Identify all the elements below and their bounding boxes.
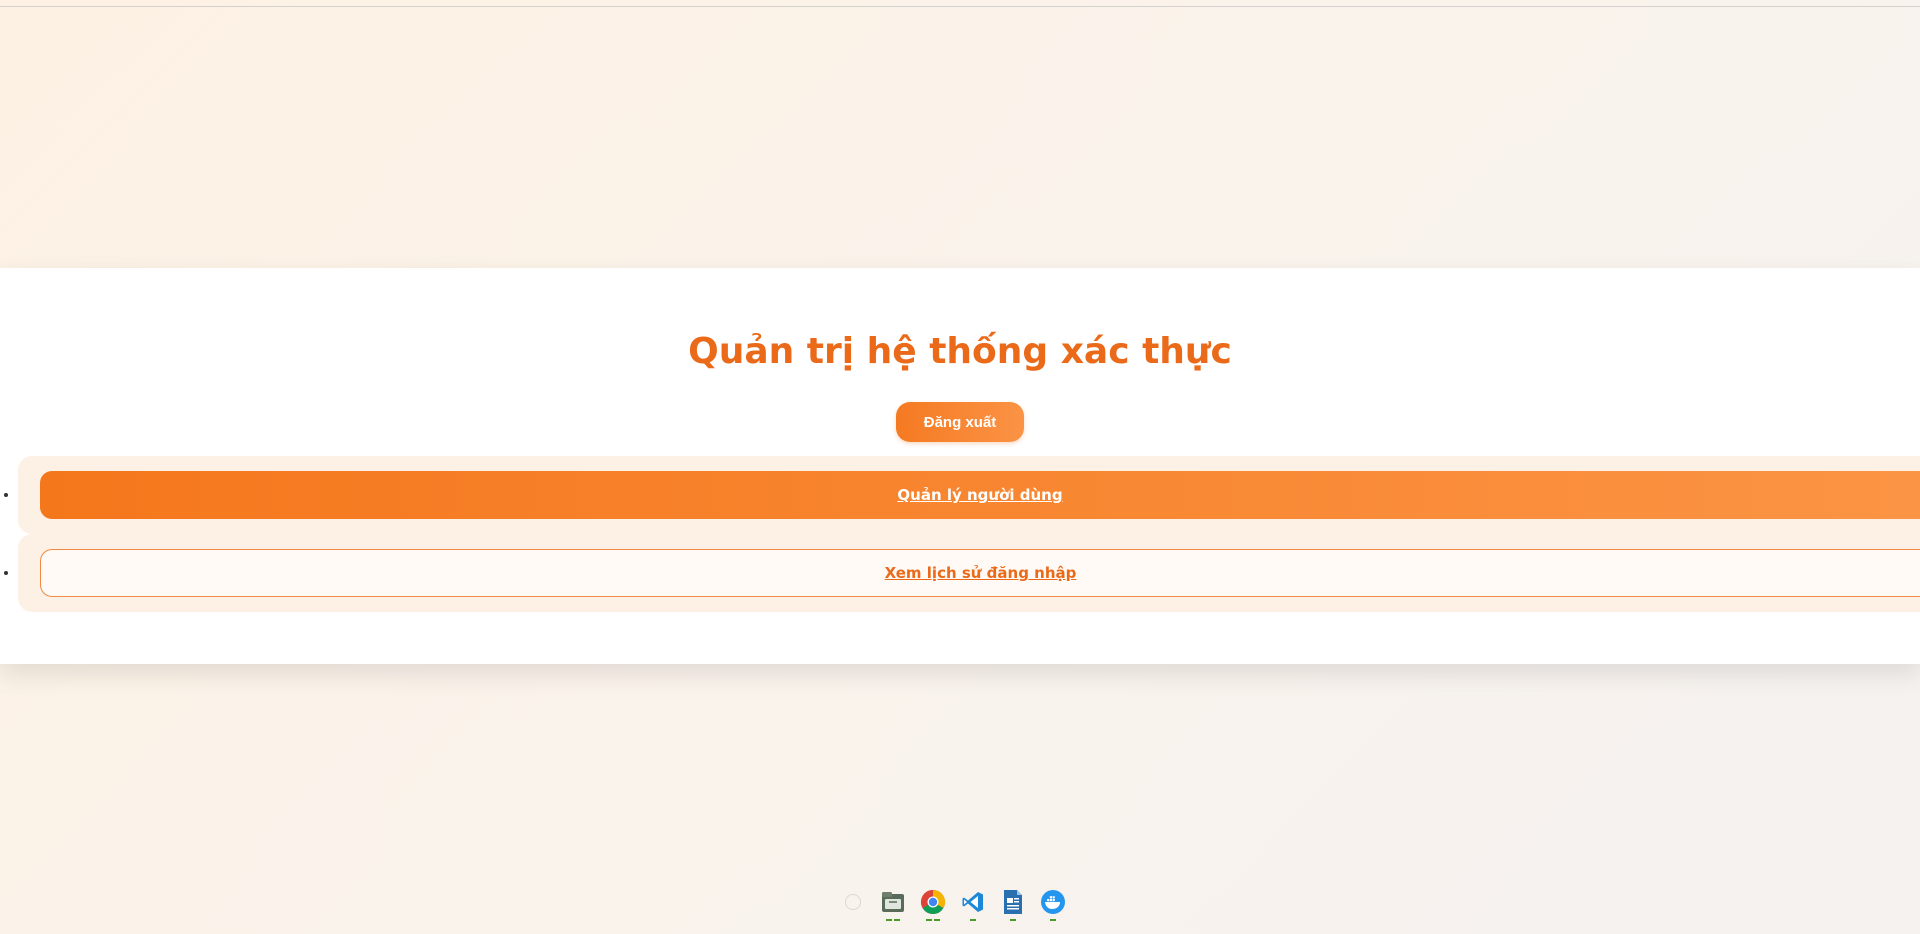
login-history-link[interactable]: Xem lịch sử đăng nhập [40,549,1920,597]
libreoffice-writer-icon[interactable] [1000,889,1026,921]
files-icon[interactable] [880,889,906,921]
list-bullet [4,571,8,575]
taskbar-dock [840,885,1066,921]
window-top-border [0,6,1920,7]
launcher-icon[interactable] [840,889,866,915]
logout-button[interactable]: Đăng xuất [896,402,1024,442]
user-management-link[interactable]: Quản lý người dùng [40,471,1920,519]
nav-item-user-management: Quản lý người dùng [4,456,1920,534]
list-bullet [4,493,8,497]
docker-icon[interactable] [1040,889,1066,921]
chrome-icon[interactable] [920,889,946,921]
vscode-icon[interactable] [960,889,986,921]
page-title: Quản trị hệ thống xác thực [688,331,1232,372]
nav-item-login-history: Xem lịch sử đăng nhập [4,534,1920,612]
